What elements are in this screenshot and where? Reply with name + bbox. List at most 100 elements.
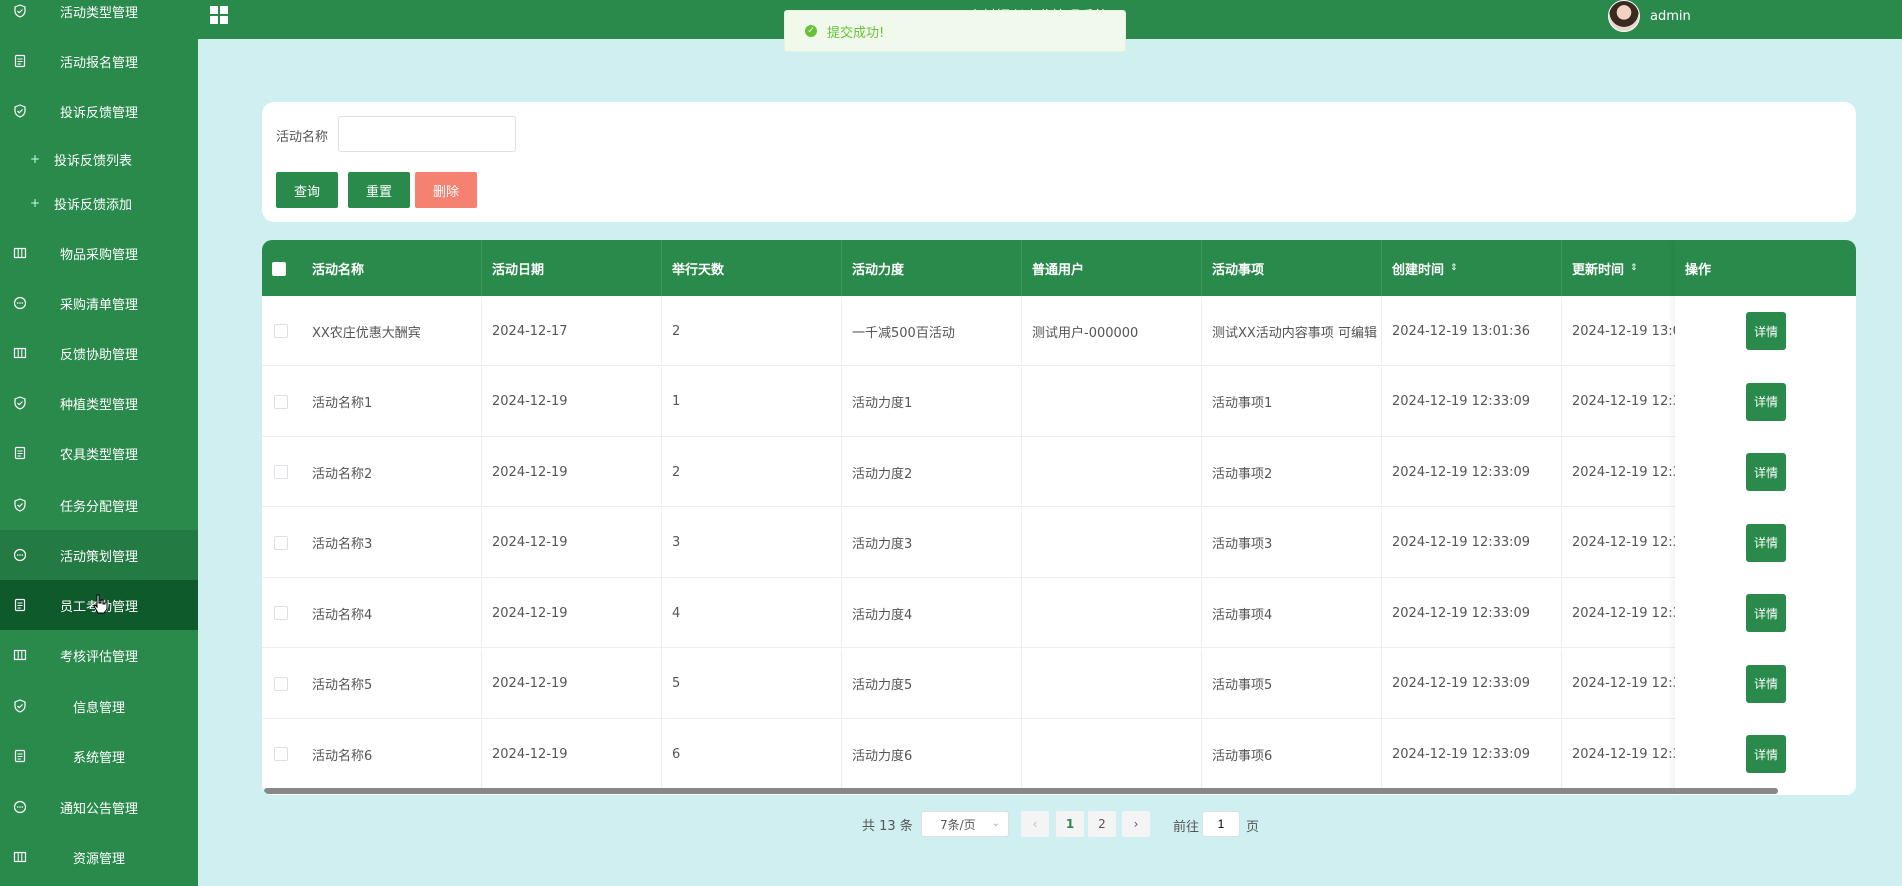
row-checkbox[interactable]: [274, 747, 288, 761]
row-checkbox[interactable]: [274, 465, 288, 479]
chevron-right-icon: ›: [1133, 817, 1139, 831]
column-header[interactable]: 创建时间 ⇕: [1382, 240, 1562, 296]
table-cell: 活动事项5: [1202, 648, 1382, 719]
sidebar-item[interactable]: 通知公告管理: [0, 782, 198, 832]
table-cell: 活动事项2: [1202, 437, 1382, 507]
delete-button[interactable]: 删除: [415, 172, 477, 208]
sidebar-item-label: 采购清单管理: [59, 297, 138, 313]
sidebar-item-label: 投诉反馈管理: [59, 105, 138, 121]
table-cell: 2024-12-19 13:01:36: [1382, 296, 1562, 366]
sidebar-item[interactable]: 信息管理: [0, 681, 198, 731]
menu-grid-icon[interactable]: [210, 6, 228, 24]
sidebar-item[interactable]: + 投诉反馈列表: [0, 134, 198, 184]
table-cell: 2024-12-19 12:33:09: [1382, 366, 1562, 437]
table-cell: 5: [662, 648, 842, 719]
table-cell: 活动力度5: [842, 648, 1022, 719]
column-header-label: 举行天数: [672, 262, 725, 278]
page-2-button[interactable]: 2: [1088, 811, 1116, 837]
user-name[interactable]: admin: [1650, 9, 1691, 24]
row-checkbox[interactable]: [274, 324, 288, 338]
sidebar-item-label: 农具类型管理: [59, 447, 138, 463]
row-checkbox[interactable]: [274, 606, 288, 620]
sidebar-item[interactable]: 反馈协助管理: [0, 328, 198, 378]
table-cell: 活动力度4: [842, 578, 1022, 648]
row-checkbox[interactable]: [274, 676, 288, 691]
table-row: 活动名称4 2024-12-19 4 活动力度4 活动事项4 2024-12-19 12:…: [262, 578, 1856, 648]
detail-button[interactable]: 详情: [1746, 594, 1786, 632]
sidebar-item[interactable]: 采购清单管理: [0, 278, 198, 328]
sidebar-item[interactable]: 任务分配管理: [0, 480, 198, 530]
sidebar-item[interactable]: 种植类型管理: [0, 378, 198, 428]
sidebar-item-label: 考核评估管理: [59, 649, 138, 665]
table-cell: 活动名称3: [302, 507, 482, 578]
sidebar-item[interactable]: 投诉反馈管理: [0, 86, 198, 136]
sidebar-item[interactable]: 考核评估管理: [0, 630, 198, 680]
table-row: 活动名称5 2024-12-19 5 活动力度5 活动事项5 2024-12-19 12:…: [262, 648, 1856, 719]
table-cell: 活动力度6: [842, 719, 1022, 789]
table-cell: 一千减500百活动: [842, 296, 1022, 366]
detail-button[interactable]: 详情: [1746, 523, 1786, 562]
column-header: 活动名称: [302, 240, 482, 296]
sidebar-item-label: 资源管理: [72, 851, 125, 867]
table-cell: 活动名称6: [302, 719, 482, 789]
sidebar-item[interactable]: 活动策划管理: [0, 530, 198, 580]
table-cell: 活动事项6: [1202, 719, 1382, 789]
table-cell: [1022, 578, 1202, 648]
table-cell: 2024-12-19: [482, 366, 662, 437]
sort-icon[interactable]: ⇕: [1630, 263, 1638, 273]
sort-icon[interactable]: ⇕: [1450, 263, 1458, 273]
sidebar-item[interactable]: 物品采购管理: [0, 228, 198, 278]
table-header: 活动名称 活动日期 举行天数 活动力度 普通用户 活动事项 创建时间 ⇕ 更新时间 ⇕: [262, 240, 1856, 296]
column-header: 活动日期: [482, 240, 662, 296]
sidebar-item[interactable]: 系统管理: [0, 731, 198, 781]
pagination-total: 共 13 条: [862, 818, 913, 834]
column-header-label: 活动力度: [852, 262, 905, 278]
detail-button[interactable]: 详情: [1746, 453, 1786, 491]
page-1-button[interactable]: 1: [1056, 811, 1084, 837]
detail-button[interactable]: 详情: [1746, 735, 1786, 773]
sidebar-item[interactable]: 资源管理: [0, 832, 198, 882]
search-panel: 活动名称 查询 重置 删除: [262, 102, 1856, 222]
query-button[interactable]: 查询: [276, 172, 338, 208]
sidebar-item-label: 活动策划管理: [59, 549, 138, 565]
activity-name-input[interactable]: [338, 116, 516, 152]
table-cell: 2024-12-19: [482, 578, 662, 648]
sidebar-item[interactable]: 活动报名管理: [0, 36, 198, 86]
column-header-label: 活动事项: [1212, 262, 1265, 278]
table-cell: XX农庄优惠大酬宾: [302, 296, 482, 366]
success-toast: ✓ 提交成功!: [784, 10, 1126, 52]
detail-button[interactable]: 详情: [1746, 664, 1786, 703]
table-cell: 2024-12-19: [482, 719, 662, 789]
reset-button[interactable]: 重置: [348, 172, 410, 208]
table-cell: 活动力度2: [842, 437, 1022, 507]
operation-column: 操作 详情 详情 详情 详情 详情 详情 详情: [1675, 240, 1856, 795]
sidebar-item[interactable]: 农具类型管理: [0, 428, 198, 478]
select-all-checkbox[interactable]: [272, 262, 286, 276]
avatar[interactable]: [1608, 0, 1640, 32]
table-cell: 活动名称2: [302, 437, 482, 507]
page-size-select[interactable]: 7条/页 ⌄: [921, 811, 1009, 837]
column-header: 举行天数: [662, 240, 842, 296]
table-cell: 活动力度1: [842, 366, 1022, 437]
row-checkbox[interactable]: [274, 535, 288, 550]
table-cell: 2: [662, 437, 842, 507]
check-circle-icon: ✓: [805, 25, 817, 37]
sidebar-item[interactable]: + 投诉反馈添加: [0, 178, 198, 228]
detail-button[interactable]: 详情: [1746, 382, 1786, 421]
table-cell: 2024-12-17: [482, 296, 662, 366]
column-header-operation: 操作: [1675, 240, 1856, 296]
goto-label: 前往: [1173, 820, 1200, 835]
chevron-left-icon: ‹: [1032, 817, 1038, 831]
sidebar-item-label: 种植类型管理: [59, 397, 138, 413]
horizontal-scrollbar[interactable]: [264, 788, 1778, 794]
table-row: XX农庄优惠大酬宾 2024-12-17 2 一千减500百活动 测试用户-000000…: [262, 296, 1856, 366]
prev-page-button[interactable]: ‹: [1021, 811, 1049, 837]
next-page-button[interactable]: ›: [1122, 811, 1150, 837]
table-cell: [1022, 648, 1202, 719]
detail-button[interactable]: 详情: [1746, 312, 1786, 350]
goto-page-input[interactable]: [1202, 811, 1240, 837]
sidebar-item[interactable]: 活动类型管理: [0, 0, 198, 36]
row-checkbox[interactable]: [274, 394, 288, 409]
table-cell: 活动力度3: [842, 507, 1022, 578]
sidebar: 活动类型管理 活动报名管理投诉反馈管理 + 投诉反馈列表 + 投诉反馈添加 物品采购管理采购…: [0, 0, 198, 886]
